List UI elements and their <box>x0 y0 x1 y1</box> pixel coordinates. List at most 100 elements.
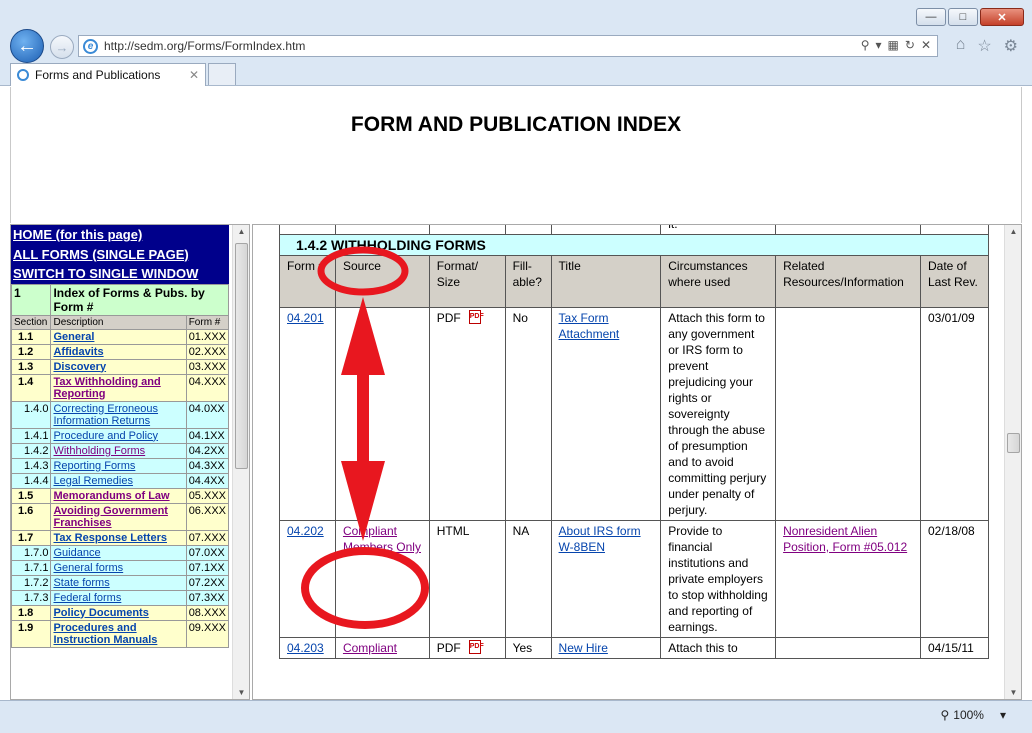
toc-link[interactable]: General <box>53 331 94 343</box>
title-link[interactable]: New Hire <box>559 641 608 655</box>
toc-row: 1.9 Procedures and Instruction Manuals 09.… <box>11 619 230 648</box>
compat-view-icon[interactable]: ▦ <box>888 38 899 52</box>
toc-link[interactable]: Affidavits <box>53 346 103 358</box>
toc-form-number: 04.4XX <box>185 472 230 489</box>
toc-section-number: 1.4.0 <box>11 400 52 429</box>
toc-form-number: 09.XXX <box>185 619 230 648</box>
toc-link[interactable]: Guidance <box>53 547 100 559</box>
nav-link-all-forms[interactable]: ALL FORMS (SINGLE PAGE) <box>11 244 229 264</box>
toc-link[interactable]: General forms <box>53 562 123 574</box>
toc-section-number: 1.4.3 <box>11 457 52 474</box>
toc-link[interactable]: Discovery <box>53 361 106 373</box>
zoom-control[interactable]: ⚲ 100% ▾ <box>940 708 1006 722</box>
col-date: Date of Last Rev. <box>920 255 989 308</box>
nav-link-home[interactable]: HOME (for this page) <box>11 225 229 245</box>
toc-link[interactable]: Reporting Forms <box>53 460 135 472</box>
toc-section-number: 1.6 <box>11 502 52 531</box>
scroll-up-icon[interactable]: ▲ <box>233 227 249 236</box>
toc-section-number: 1.4 <box>11 373 52 402</box>
scroll-up-icon[interactable]: ▲ <box>1005 227 1021 236</box>
toc-row: 1.3 Discovery 03.XXX <box>11 358 230 375</box>
toc-form-number: 04.2XX <box>185 442 230 459</box>
url-text[interactable]: http://sedm.org/Forms/FormIndex.htm <box>104 39 305 53</box>
date-cell: 02/18/08 <box>920 520 989 638</box>
toc-form-number: 04.XXX <box>185 373 230 402</box>
col-fillable: Fill- able? <box>504 255 552 308</box>
home-icon[interactable]: ⌂ <box>956 36 966 56</box>
circumstances-cell: Attach this to <box>660 637 777 659</box>
toc-row: 1.7 Tax Response Letters 07.XXX <box>11 529 230 546</box>
settings-gear-icon[interactable]: ⚙ <box>1004 36 1018 56</box>
toc-link[interactable]: Policy Documents <box>53 607 148 619</box>
toc-link[interactable]: Avoiding Government Franchises <box>53 505 168 529</box>
related-cell <box>775 637 921 659</box>
pdf-icon[interactable]: PDF <box>468 310 484 324</box>
toc-link[interactable]: Legal Remedies <box>53 475 133 487</box>
toc-index-label: Index of Forms & Pubs. by Form # <box>50 283 229 316</box>
form-number-link[interactable]: 04.203 <box>287 641 324 655</box>
search-icon[interactable]: ⚲ <box>861 38 870 52</box>
toc-link[interactable]: Procedures and Instruction Manuals <box>53 622 157 646</box>
toc-link[interactable]: Memorandums of Law <box>53 490 169 502</box>
left-nav-content: HOME (for this page) ALL FORMS (SINGLE P… <box>11 225 230 648</box>
toc-link[interactable]: Procedure and Policy <box>53 430 158 442</box>
form-number-link[interactable]: 04.202 <box>287 524 324 538</box>
toc-link[interactable]: Tax Withholding and Reporting <box>53 376 160 400</box>
toc-row: 1.1 General 01.XXX <box>11 328 230 345</box>
fillable-cell: NA <box>504 520 552 638</box>
toc-form-number: 07.XXX <box>185 529 230 546</box>
favorites-star-icon[interactable]: ☆ <box>977 36 991 56</box>
source-link[interactable]: Compliant <box>343 641 397 655</box>
back-button[interactable]: ← <box>10 29 44 63</box>
form-number-link[interactable]: 04.201 <box>287 311 324 325</box>
source-link[interactable]: Compliant Members Only <box>343 524 421 554</box>
toc-link[interactable]: State forms <box>53 577 109 589</box>
nav-link-single-window[interactable]: SWITCH TO SINGLE WINDOW <box>11 264 229 284</box>
main-frame: it. 1.4.2 WITHHOLDING FORMS Form # Sourc… <box>252 224 1022 700</box>
toc-section-number: 1.8 <box>11 604 52 621</box>
dropdown-icon[interactable]: ▾ <box>876 38 882 52</box>
toc-row: 1.2 Affidavits 02.XXX <box>11 343 230 360</box>
format-text: HTML <box>428 520 506 638</box>
title-link[interactable]: Tax Form Attachment <box>559 311 620 341</box>
toc-row: 1.4 Tax Withholding and Reporting 04.XXX <box>11 373 230 402</box>
toc-form-number: 03.XXX <box>185 358 230 375</box>
scroll-down-icon[interactable]: ▼ <box>233 688 249 697</box>
toc-link[interactable]: Withholding Forms <box>53 445 145 457</box>
related-link[interactable]: Nonresident Alien Position, Form #05.012 <box>783 524 907 554</box>
new-tab-button[interactable] <box>208 63 236 85</box>
section-title: 1.4.2 WITHHOLDING FORMS <box>279 234 989 256</box>
stop-icon[interactable]: ✕ <box>921 38 931 52</box>
toc-link[interactable]: Correcting Erroneous Information Returns <box>53 403 158 427</box>
tab-ie-icon <box>17 69 29 81</box>
toc-link[interactable]: Federal forms <box>53 592 121 604</box>
main-scroll-thumb[interactable] <box>1007 433 1020 453</box>
toc-form-number: 07.1XX <box>185 559 230 576</box>
zoom-dropdown-icon[interactable]: ▾ <box>1000 708 1006 722</box>
browser-tab[interactable]: Forms and Publications ✕ <box>10 63 206 86</box>
left-scroll-thumb[interactable] <box>235 243 248 469</box>
ie-page-icon: e <box>83 38 98 54</box>
tab-close-icon[interactable]: ✕ <box>189 68 199 82</box>
section-title-row: 1.4.2 WITHHOLDING FORMS <box>279 234 989 256</box>
toc-form-number: 08.XXX <box>185 604 230 621</box>
maximize-button[interactable]: □ <box>948 8 978 26</box>
toc-section-number: 1.1 <box>11 328 52 345</box>
toc-link[interactable]: Tax Response Letters <box>53 532 167 544</box>
minimize-button[interactable]: — <box>916 8 946 26</box>
left-scrollbar[interactable]: ▲ ▼ <box>232 225 249 699</box>
forward-button[interactable]: → <box>50 35 74 59</box>
col-title: Title <box>550 255 662 308</box>
pdf-icon[interactable]: PDF <box>468 640 484 654</box>
toc-section-number: 1.4.2 <box>11 442 52 459</box>
tab-title: Forms and Publications <box>35 68 161 82</box>
title-link[interactable]: About IRS form W-8BEN <box>559 524 641 554</box>
close-window-button[interactable]: ✕ <box>980 8 1024 26</box>
address-bar[interactable]: e http://sedm.org/Forms/FormIndex.htm ⚲ … <box>78 35 938 57</box>
toc-col-description: Description <box>50 314 187 330</box>
toc-form-number: 04.0XX <box>185 400 230 429</box>
main-scrollbar[interactable]: ▲ ▼ <box>1004 225 1021 699</box>
scroll-down-icon[interactable]: ▼ <box>1005 688 1021 697</box>
table-row: 04.202 Compliant Members Only HTML NA Ab… <box>279 520 989 638</box>
refresh-icon[interactable]: ↻ <box>905 38 915 52</box>
